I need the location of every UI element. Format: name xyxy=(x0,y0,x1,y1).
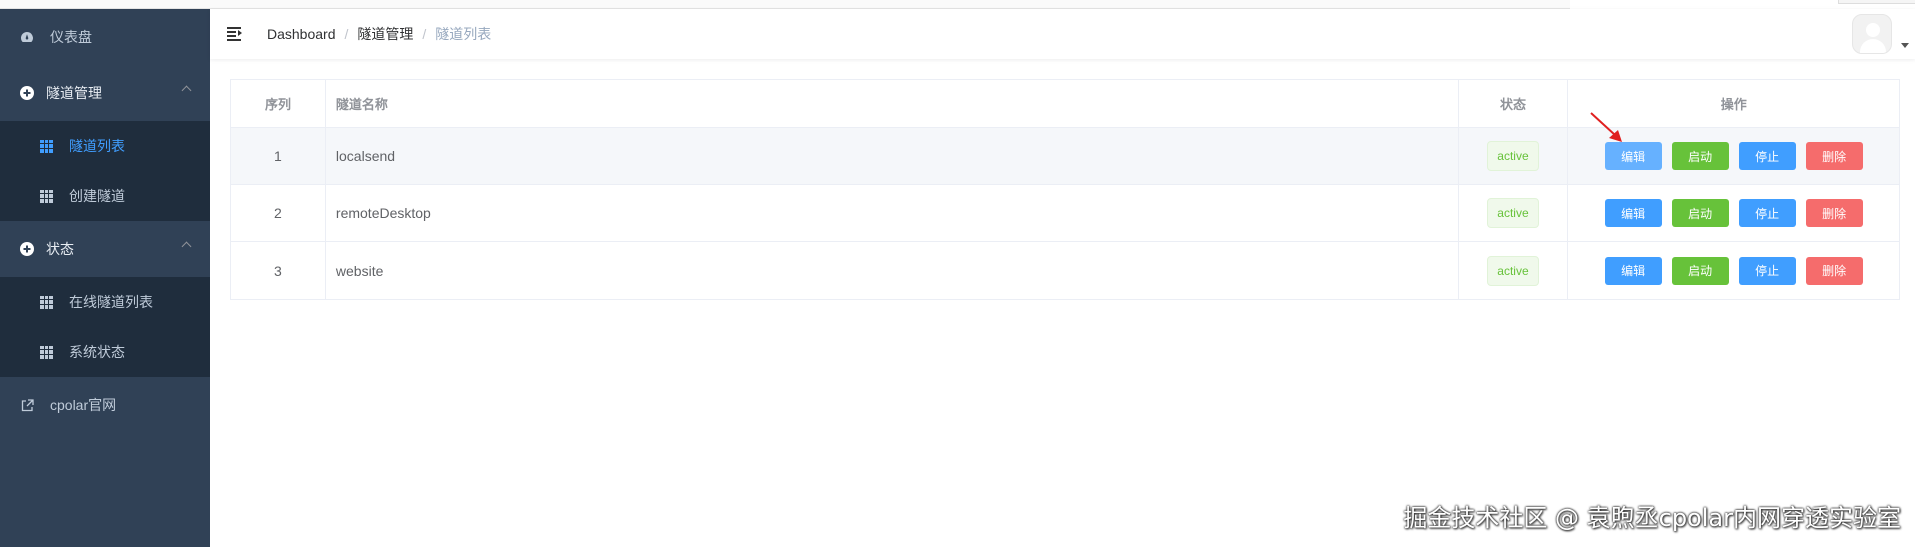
sidebar-item-label: 仪表盘 xyxy=(50,29,92,45)
row-tunnel-name: localsend xyxy=(326,128,1459,184)
submenu-title-label: 状态 xyxy=(46,241,74,257)
chevron-up-icon xyxy=(181,85,192,96)
grid-icon xyxy=(40,189,53,203)
submenu-status[interactable]: 状态 xyxy=(0,221,210,277)
sidebar-item-dashboard[interactable]: 仪表盘 xyxy=(0,9,210,65)
main-content: Dashboard / 隧道管理 / 隧道列表 序列 隧道名称 状态 操作 1 … xyxy=(210,9,1915,547)
sidebar-item-create-tunnel[interactable]: 创建隧道 xyxy=(0,171,210,221)
stop-button[interactable]: 停止 xyxy=(1738,142,1796,170)
column-header-name: 隧道名称 xyxy=(326,80,1459,127)
status-badge: active xyxy=(1487,141,1539,171)
column-header-index: 序列 xyxy=(231,80,326,127)
grid-icon xyxy=(40,345,53,359)
edit-button[interactable]: 编辑 xyxy=(1604,256,1662,285)
delete-button[interactable]: 删除 xyxy=(1805,256,1863,285)
delete-button[interactable]: 删除 xyxy=(1805,142,1863,170)
delete-button[interactable]: 删除 xyxy=(1805,199,1863,227)
sidebar-item-label: cpolar官网 xyxy=(50,397,117,413)
grid-icon xyxy=(40,139,53,153)
breadcrumb-dashboard[interactable]: Dashboard xyxy=(267,26,336,42)
start-button[interactable]: 启动 xyxy=(1671,199,1729,227)
start-button[interactable]: 启动 xyxy=(1671,142,1729,170)
breadcrumb-separator: / xyxy=(422,26,427,42)
edit-button[interactable]: 编辑 xyxy=(1604,199,1662,227)
circle-plus-icon xyxy=(20,242,34,256)
toolbar-edge xyxy=(1838,0,1915,4)
table-header-row: 序列 隧道名称 状态 操作 xyxy=(231,80,1899,128)
breadcrumb-separator: / xyxy=(344,26,349,42)
table-row: 2 remoteDesktop active 编辑 启动 停止 删除 xyxy=(231,185,1899,242)
edit-button[interactable]: 编辑 xyxy=(1604,142,1662,170)
grid-icon xyxy=(40,295,53,309)
stop-button[interactable]: 停止 xyxy=(1738,199,1796,227)
submenu-status-list: 在线隧道列表 系统状态 xyxy=(0,277,210,377)
sidebar-item-tunnel-list[interactable]: 隧道列表 xyxy=(0,121,210,171)
row-index: 2 xyxy=(231,185,326,241)
avatar[interactable] xyxy=(1852,14,1892,54)
annotation-arrow-icon xyxy=(1590,112,1622,142)
sidebar-item-system-status[interactable]: 系统状态 xyxy=(0,327,210,377)
tunnel-table: 序列 隧道名称 状态 操作 1 localsend active 编辑 启动 停… xyxy=(230,79,1900,300)
sidebar-item-label: 系统状态 xyxy=(69,344,125,360)
stop-button[interactable]: 停止 xyxy=(1738,256,1796,285)
chevron-up-icon xyxy=(181,241,192,252)
dashboard-icon xyxy=(20,30,34,44)
breadcrumb: Dashboard / 隧道管理 / 隧道列表 xyxy=(267,24,491,44)
sidebar-item-online-tunnels[interactable]: 在线隧道列表 xyxy=(0,277,210,327)
status-badge: active xyxy=(1487,255,1539,286)
submenu-tunnel-management[interactable]: 隧道管理 xyxy=(0,65,210,121)
row-tunnel-name: remoteDesktop xyxy=(326,185,1459,241)
submenu-title-label: 隧道管理 xyxy=(46,85,102,101)
circle-plus-icon xyxy=(20,86,34,100)
browser-top-strip xyxy=(0,0,1915,9)
submenu-tunnel-list: 隧道列表 创建隧道 xyxy=(0,121,210,221)
hamburger-menu-icon[interactable] xyxy=(227,27,243,41)
breadcrumb-tunnel-list: 隧道列表 xyxy=(435,26,492,42)
sidebar-item-cpolar-website[interactable]: cpolar官网 xyxy=(0,377,210,433)
row-index: 3 xyxy=(231,242,326,299)
caret-down-icon[interactable] xyxy=(1901,43,1909,48)
sidebar: 仪表盘 隧道管理 隧道列表 创建隧道 状态 在线隧道列表 系统状态 cpolar… xyxy=(0,9,210,547)
table-row: 3 website active 编辑 启动 停止 删除 xyxy=(231,242,1899,299)
breadcrumb-tunnel-management: 隧道管理 xyxy=(357,26,414,42)
sidebar-item-label: 隧道列表 xyxy=(69,138,125,154)
row-index: 1 xyxy=(231,128,326,184)
sidebar-item-label: 在线隧道列表 xyxy=(69,294,153,310)
navbar: Dashboard / 隧道管理 / 隧道列表 xyxy=(210,9,1915,59)
column-header-status: 状态 xyxy=(1459,80,1569,127)
start-button[interactable]: 启动 xyxy=(1671,256,1729,285)
status-badge: active xyxy=(1487,198,1539,228)
sidebar-item-label: 创建隧道 xyxy=(69,188,125,204)
table-row: 1 localsend active 编辑 启动 停止 删除 xyxy=(231,128,1899,185)
row-tunnel-name: website xyxy=(326,242,1459,299)
external-link-icon xyxy=(20,398,34,412)
address-bar-edge xyxy=(0,0,1570,9)
watermark: 掘金技术社区 @ 袁煦丞cpolar内网穿透实验室 xyxy=(1403,504,1901,532)
